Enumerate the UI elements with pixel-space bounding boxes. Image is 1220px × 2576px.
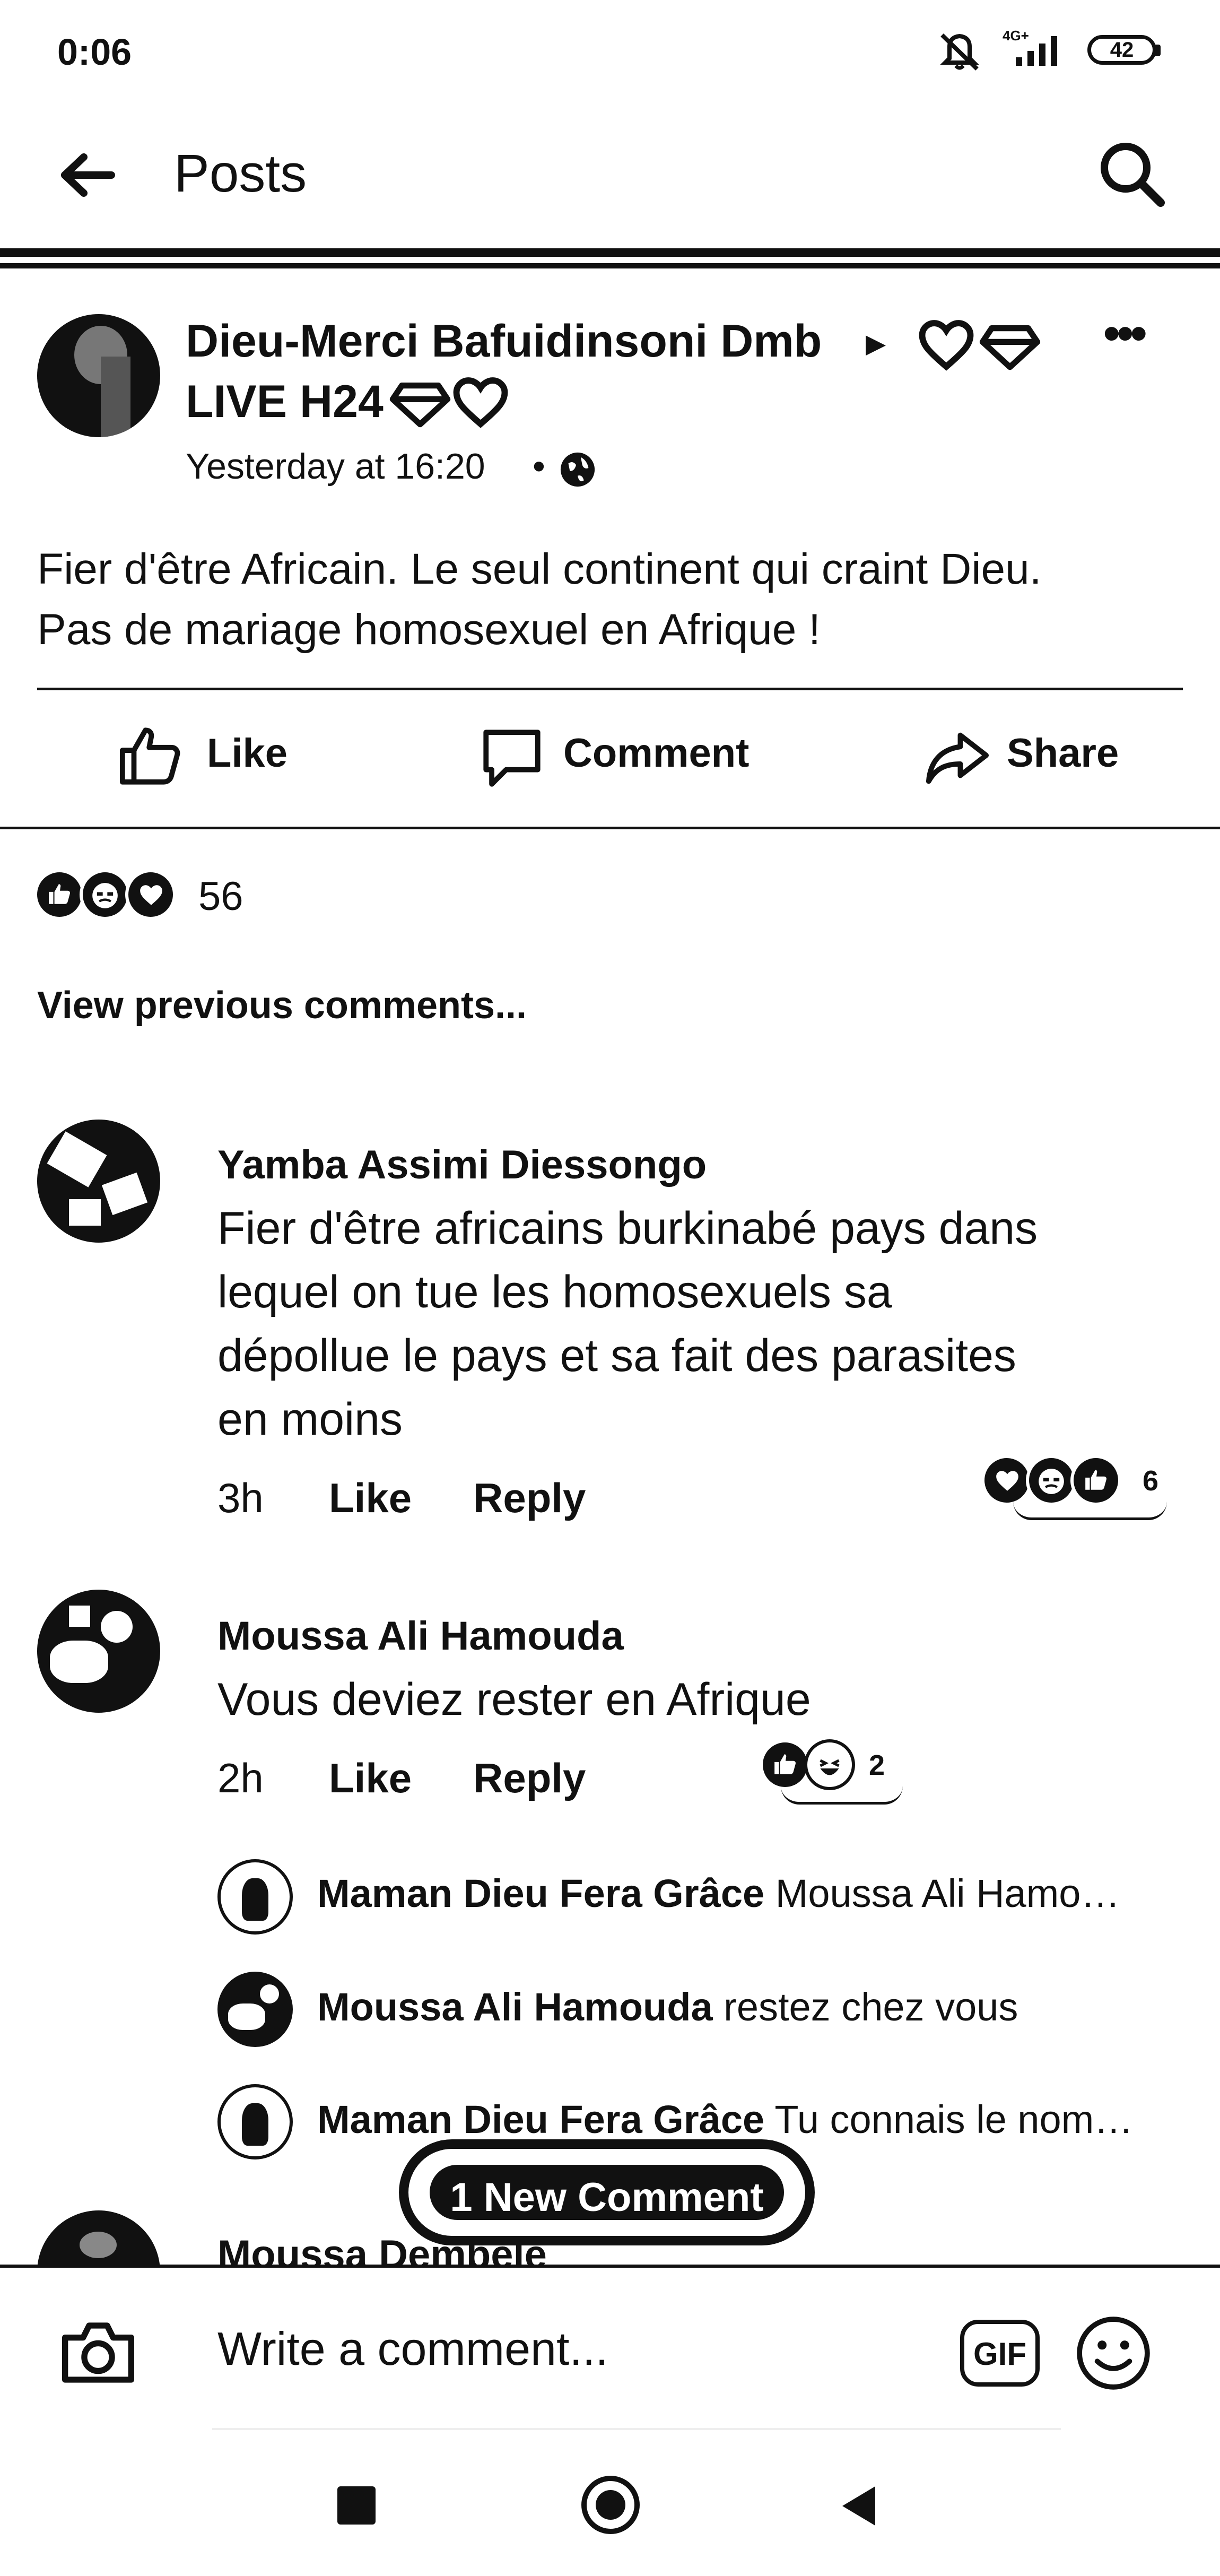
like-reaction-icon: [34, 869, 85, 920]
back-arrow-icon[interactable]: [58, 153, 117, 197]
author-avatar[interactable]: [37, 314, 160, 437]
reaction-pill-shadow: [1013, 1502, 1167, 1520]
comment-reaction-count-1: 6: [1143, 1465, 1159, 1497]
commenter-avatar-2[interactable]: [37, 1590, 160, 1713]
laugh-reaction-icon: [804, 1739, 855, 1790]
post-text-line1: Fier d'être Africain. Le seul continent …: [37, 545, 1042, 593]
new-comment-pill[interactable]: 1 New Comment: [399, 2139, 815, 2245]
comment-reply-1[interactable]: Reply: [473, 1474, 586, 1522]
reaction-pill-shadow: [781, 1786, 903, 1805]
comment-author-2[interactable]: Moussa Ali Hamouda: [217, 1613, 624, 1659]
love-reaction-icon: [125, 869, 176, 920]
reply-text-1: Moussa Ali Hamo…: [775, 1871, 1120, 1915]
comment-author-1[interactable]: Yamba Assimi Diessongo: [217, 1142, 707, 1188]
comment-text-1-line3: dépollue le pays et sa fait des parasite…: [217, 1330, 1016, 1381]
thumbs-up-icon: [119, 727, 180, 785]
back-triangle-icon[interactable]: [838, 2482, 881, 2530]
gif-button[interactable]: GIF: [960, 2320, 1040, 2387]
share-arrow-icon: [926, 732, 989, 784]
composer-bar: Write a comment... GIF: [0, 2265, 1220, 2445]
timestamp-separator: •: [533, 446, 545, 487]
comment-input[interactable]: Write a comment...: [217, 2322, 608, 2376]
reply-text-2: restez chez vous: [724, 1985, 1018, 2029]
mute-icon: [940, 33, 979, 71]
diamond-icon-2: [389, 383, 451, 428]
post-divider: [37, 688, 1183, 690]
page-title: Posts: [174, 144, 307, 203]
composer-bottom-divider: [212, 2428, 1061, 2430]
more-options-icon[interactable]: •••: [1103, 307, 1147, 361]
commenter-avatar-1[interactable]: [37, 1120, 160, 1243]
post-timestamp[interactable]: Yesterday at 16:20: [186, 446, 485, 487]
reply-avatar-2[interactable]: [217, 1972, 293, 2047]
comment-time-2: 2h: [217, 1755, 264, 1801]
signal-icon: [1016, 36, 1057, 66]
post-author[interactable]: Dieu-Merci Bafuidinsoni Dmb: [186, 315, 822, 368]
home-button[interactable]: [581, 2476, 640, 2534]
comment-like-2[interactable]: Like: [329, 1754, 412, 1802]
gif-label: GIF: [973, 2336, 1026, 2372]
reply-1[interactable]: Maman Dieu Fera Grâce Moussa Ali Hamo…: [317, 1871, 1166, 1916]
reply-author-1[interactable]: Maman Dieu Fera Grâce: [317, 1871, 764, 1915]
comment-reaction-count-2: 2: [869, 1749, 885, 1781]
reply-avatar-3[interactable]: [217, 2084, 293, 2159]
recents-button[interactable]: [337, 2486, 376, 2525]
reply-2[interactable]: Moussa Ali Hamouda restez chez vous: [317, 1984, 1166, 2029]
screen: 0:06 4G+ 42 Posts Dieu-Merci Bafuidinson…: [0, 0, 1220, 2576]
comment-bubble-icon: [483, 730, 541, 787]
battery-level: 42: [1110, 38, 1134, 62]
heart-icon-2: [453, 377, 508, 428]
emoji-icon[interactable]: [1075, 2314, 1152, 2392]
love-reaction-icon: [981, 1455, 1032, 1506]
new-comment-label: 1 New Comment: [450, 2175, 764, 2220]
comment-text-1-line4: en moins: [217, 1394, 403, 1445]
post-author-line2[interactable]: LIVE H24: [186, 376, 384, 428]
comment-like-1[interactable]: Like: [329, 1474, 412, 1522]
comment-reactions-1[interactable]: 6: [981, 1451, 1183, 1520]
comment-time-1: 3h: [217, 1475, 264, 1521]
like-label: Like: [207, 731, 288, 776]
like-reaction-icon: [760, 1739, 811, 1790]
reply-3[interactable]: Maman Dieu Fera Grâce Tu connais le nom…: [317, 2097, 1166, 2142]
view-previous-comments-link[interactable]: View previous comments...: [37, 984, 527, 1027]
share-button[interactable]: Share: [923, 722, 1135, 796]
diamond-icon: [979, 325, 1041, 370]
status-time: 0:06: [57, 31, 132, 73]
share-label: Share: [1007, 731, 1119, 776]
like-reaction-icon: [1070, 1455, 1121, 1506]
reply-author-3[interactable]: Maman Dieu Fera Grâce: [317, 2097, 764, 2141]
camera-icon[interactable]: [58, 2317, 138, 2389]
reactions-summary[interactable]: 56: [34, 864, 257, 922]
globe-icon: [560, 452, 595, 487]
reaction-count: 56: [198, 874, 243, 919]
action-bar-divider: [0, 827, 1220, 829]
heart-icon: [919, 320, 974, 371]
post-text-line2: Pas de mariage homosexuel en Afrique !: [37, 605, 821, 654]
comment-text-1-line1: Fier d'être africains burkinabé pays dan…: [217, 1203, 1038, 1254]
reply-text-3: Tu connais le nom…: [774, 2097, 1134, 2141]
angry-reaction-icon: [80, 869, 130, 920]
header-divider-thin: [0, 263, 1220, 268]
comment-reactions-2[interactable]: 2: [760, 1735, 919, 1805]
like-button[interactable]: Like: [117, 722, 308, 796]
reply-avatar-1[interactable]: [217, 1859, 293, 1935]
search-icon[interactable]: [1097, 139, 1166, 208]
comment-button[interactable]: Comment: [477, 722, 774, 796]
reply-author-2[interactable]: Moussa Ali Hamouda: [317, 1985, 713, 2029]
angry-reaction-icon: [1026, 1455, 1077, 1506]
comment-reply-2[interactable]: Reply: [473, 1754, 586, 1802]
header-divider: [0, 248, 1220, 257]
comment-label: Comment: [563, 731, 750, 776]
author-arrow: ▸: [866, 320, 886, 365]
composer-divider: [0, 2265, 1220, 2268]
comment-text-1-line2: lequel on tue les homosexuels sa: [217, 1267, 892, 1317]
comment-text-2: Vous deviez rester en Afrique: [217, 1674, 811, 1725]
